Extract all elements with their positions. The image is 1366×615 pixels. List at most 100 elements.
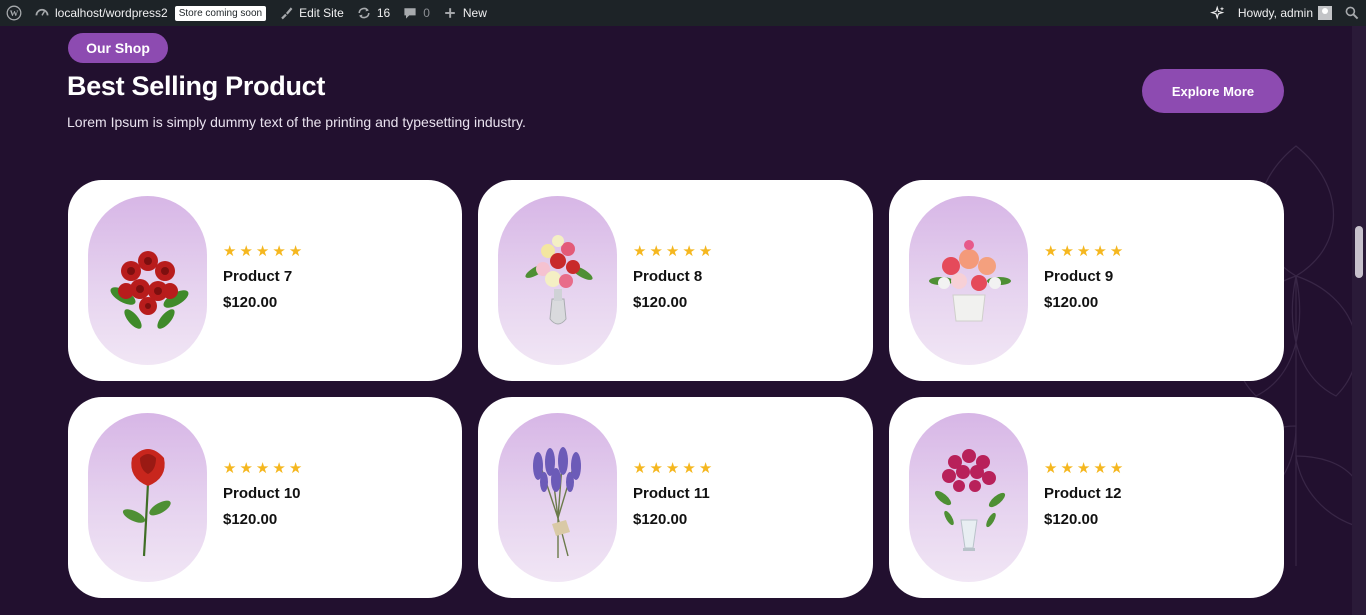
star-icon: ★ bbox=[649, 243, 663, 260]
product-name[interactable]: Product 9 bbox=[1044, 268, 1123, 285]
star-icon: ★ bbox=[1076, 460, 1091, 477]
product-image[interactable] bbox=[88, 413, 207, 582]
star-icon: ★ bbox=[239, 243, 253, 260]
star-icon: ★ bbox=[682, 243, 696, 260]
star-icon: ★ bbox=[239, 460, 253, 477]
star-icon: ★ bbox=[1044, 243, 1058, 260]
star-icon: ★ bbox=[665, 243, 680, 260]
rating-stars: ★ ★ ★ ★ ★ bbox=[1044, 244, 1123, 259]
product-card[interactable]: ★ ★ ★ ★ ★ Product 10 $120.00 bbox=[68, 397, 462, 598]
search-icon bbox=[1344, 5, 1360, 21]
star-icon: ★ bbox=[698, 460, 713, 477]
product-name[interactable]: Product 12 bbox=[1044, 485, 1123, 502]
scrollbar-thumb[interactable] bbox=[1355, 226, 1363, 278]
product-price: $120.00 bbox=[223, 511, 278, 528]
explore-more-button[interactable]: Explore More bbox=[1142, 69, 1284, 113]
lavender-bunch-icon bbox=[532, 446, 581, 558]
rating-stars: ★ ★ ★ ★ ★ bbox=[633, 244, 712, 259]
wordpress-logo-button[interactable]: W bbox=[0, 0, 28, 26]
single-red-rose-icon bbox=[122, 448, 171, 556]
new-content-link[interactable]: New bbox=[436, 0, 493, 26]
edit-site-label: Edit Site bbox=[299, 6, 344, 20]
star-icon: ★ bbox=[1044, 460, 1058, 477]
comments-link[interactable]: 0 bbox=[396, 0, 436, 26]
star-icon: ★ bbox=[1109, 460, 1124, 477]
product-image[interactable] bbox=[498, 413, 617, 582]
sparkle-icon bbox=[1209, 5, 1226, 21]
star-icon: ★ bbox=[1109, 243, 1124, 260]
avatar bbox=[1318, 6, 1332, 20]
shop-section: Our Shop Best Selling Product Lorem Ipsu… bbox=[0, 26, 1366, 615]
pink-bouquet-pot-icon bbox=[928, 239, 1011, 321]
pink-roses-glass-vase-icon bbox=[934, 448, 1005, 551]
product-card[interactable]: ★ ★ ★ ★ ★ Product 11 $120.00 bbox=[478, 397, 873, 598]
star-icon: ★ bbox=[665, 460, 680, 477]
plus-icon bbox=[442, 5, 458, 21]
rating-stars: ★ ★ ★ ★ ★ bbox=[223, 461, 302, 476]
product-price: $120.00 bbox=[1044, 511, 1099, 528]
product-card[interactable]: ★ ★ ★ ★ ★ Product 12 $120.00 bbox=[889, 397, 1284, 598]
updates-link[interactable]: 16 bbox=[350, 0, 396, 26]
rating-stars: ★ ★ ★ ★ ★ bbox=[633, 461, 712, 476]
star-icon: ★ bbox=[1093, 243, 1107, 260]
ai-assistant-button[interactable] bbox=[1204, 0, 1232, 26]
product-card[interactable]: ★ ★ ★ ★ ★ Product 9 $120.00 bbox=[889, 180, 1284, 381]
site-name: localhost/wordpress2 bbox=[55, 6, 168, 20]
section-description: Lorem Ipsum is simply dummy text of the … bbox=[67, 114, 526, 130]
star-icon: ★ bbox=[223, 460, 237, 477]
section-tag: Our Shop bbox=[68, 33, 168, 63]
star-icon: ★ bbox=[288, 243, 303, 260]
star-icon: ★ bbox=[649, 460, 663, 477]
search-button[interactable] bbox=[1338, 0, 1366, 26]
product-name[interactable]: Product 8 bbox=[633, 268, 712, 285]
product-price: $120.00 bbox=[633, 511, 688, 528]
star-icon: ★ bbox=[1060, 460, 1074, 477]
product-image[interactable] bbox=[88, 196, 207, 365]
star-icon: ★ bbox=[633, 460, 647, 477]
updates-count: 16 bbox=[376, 6, 391, 20]
star-icon: ★ bbox=[633, 243, 647, 260]
brush-icon bbox=[278, 5, 294, 21]
star-icon: ★ bbox=[272, 460, 286, 477]
star-icon: ★ bbox=[698, 243, 713, 260]
star-icon: ★ bbox=[223, 243, 237, 260]
svg-text:W: W bbox=[10, 8, 19, 18]
product-card[interactable]: ★ ★ ★ ★ ★ Product 8 $120.00 bbox=[478, 180, 873, 381]
star-icon: ★ bbox=[1060, 243, 1074, 260]
star-icon: ★ bbox=[682, 460, 696, 477]
star-icon: ★ bbox=[255, 243, 270, 260]
page-scrollbar[interactable] bbox=[1352, 26, 1366, 615]
product-card[interactable]: ★ ★ ★ ★ ★ Product 7 $120.00 bbox=[68, 180, 462, 381]
product-name[interactable]: Product 11 bbox=[633, 485, 712, 502]
rating-stars: ★ ★ ★ ★ ★ bbox=[1044, 461, 1123, 476]
product-name[interactable]: Product 7 bbox=[223, 268, 302, 285]
product-image[interactable] bbox=[498, 196, 617, 365]
updates-icon bbox=[356, 5, 372, 21]
star-icon: ★ bbox=[272, 243, 286, 260]
account-menu[interactable]: Howdy, admin bbox=[1232, 0, 1338, 26]
howdy-label: Howdy, admin bbox=[1237, 6, 1313, 20]
star-icon: ★ bbox=[1076, 243, 1091, 260]
star-icon: ★ bbox=[1093, 460, 1107, 477]
mixed-flowers-vase-icon bbox=[524, 234, 593, 324]
star-icon: ★ bbox=[288, 460, 303, 477]
wp-admin-bar: W localhost/wordpress2 Store coming soon… bbox=[0, 0, 1366, 26]
wordpress-icon: W bbox=[6, 5, 22, 21]
product-grid: ★ ★ ★ ★ ★ Product 7 $120.00 ★ ★ ★ ★ ★ Pr… bbox=[68, 180, 1284, 598]
product-image[interactable] bbox=[909, 413, 1028, 582]
star-icon: ★ bbox=[255, 460, 270, 477]
comments-count: 0 bbox=[423, 6, 430, 20]
red-roses-bouquet-icon bbox=[110, 250, 188, 329]
store-status-badge: Store coming soon bbox=[174, 5, 267, 21]
product-image[interactable] bbox=[909, 196, 1028, 365]
product-price: $120.00 bbox=[633, 294, 688, 311]
product-name[interactable]: Product 10 bbox=[223, 485, 302, 502]
dashboard-icon bbox=[34, 5, 50, 21]
new-label: New bbox=[462, 6, 487, 20]
comment-icon bbox=[402, 5, 418, 21]
edit-site-link[interactable]: Edit Site bbox=[272, 0, 350, 26]
rating-stars: ★ ★ ★ ★ ★ bbox=[223, 244, 302, 259]
site-name-link[interactable]: localhost/wordpress2 Store coming soon bbox=[28, 0, 272, 26]
product-price: $120.00 bbox=[1044, 294, 1099, 311]
product-price: $120.00 bbox=[223, 294, 278, 311]
